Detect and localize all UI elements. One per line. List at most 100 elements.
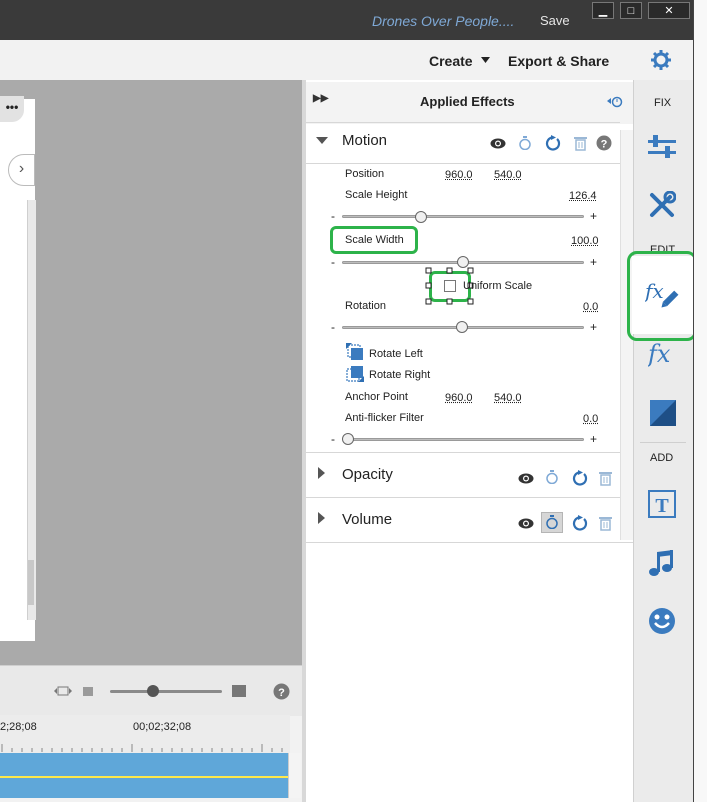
close-button[interactable]: ✕	[648, 2, 690, 19]
audio-volume-line[interactable]	[0, 776, 288, 778]
motion-section-title[interactable]: Motion	[342, 132, 387, 149]
tool-rail	[633, 80, 694, 802]
fit-view-icon[interactable]	[54, 686, 72, 696]
antiflicker-slider[interactable]	[342, 438, 584, 441]
fix-section-label: FIX	[654, 97, 672, 109]
preview-scrollbar[interactable]	[27, 200, 36, 620]
opacity-reset-icon[interactable]	[571, 470, 588, 486]
maximize-button[interactable]: □	[620, 2, 642, 19]
antiflicker-label: Anti-flicker Filter	[345, 412, 424, 424]
applied-effects-fx-pencil-icon[interactable]: fx	[645, 278, 681, 312]
separator	[306, 163, 620, 164]
zoom-out-icon[interactable]	[83, 687, 93, 696]
antiflicker-plus[interactable]: +	[590, 432, 597, 446]
rotate-left-icon[interactable]	[346, 343, 364, 361]
rail-separator	[640, 442, 686, 443]
motion-help-icon[interactable]: ?	[596, 135, 612, 151]
scale-height-label: Scale Height	[345, 189, 408, 201]
transitions-icon[interactable]	[650, 400, 676, 426]
scale-width-value[interactable]: 100.0	[571, 235, 599, 247]
volume-keyframe-stopwatch-icon[interactable]	[546, 515, 558, 529]
antiflicker-minus[interactable]: -	[331, 432, 335, 446]
svg-text:?: ?	[278, 687, 285, 699]
position-x-value[interactable]: 960.0	[445, 169, 473, 181]
rotation-value[interactable]: 0.0	[583, 301, 598, 313]
svg-text:T: T	[655, 495, 669, 517]
anchor-y-value[interactable]: 540.0	[494, 392, 522, 404]
separator	[306, 452, 620, 453]
window-edge	[693, 0, 707, 802]
add-graphics-smiley-icon[interactable]	[648, 607, 676, 635]
volume-reset-icon[interactable]	[571, 515, 588, 531]
project-name: Drones Over People....	[372, 13, 515, 29]
create-menu[interactable]: Create	[429, 53, 473, 69]
antiflicker-value[interactable]: 0.0	[583, 413, 598, 425]
help-icon[interactable]: ?	[273, 683, 290, 700]
rotate-left-label[interactable]: Rotate Left	[369, 348, 423, 360]
preview-monitor	[0, 80, 302, 665]
scale-height-minus[interactable]: -	[331, 209, 335, 223]
scale-height-knob[interactable]	[415, 211, 427, 223]
scale-width-plus[interactable]: +	[590, 255, 597, 269]
adjust-sliders-icon[interactable]	[648, 134, 676, 160]
export-share-menu[interactable]: Export & Share	[508, 53, 609, 69]
anchor-x-value[interactable]: 960.0	[445, 392, 473, 404]
timeline-ticks	[1, 744, 283, 752]
minimize-button[interactable]: ▁	[592, 2, 614, 19]
keyframe-toggle-icon[interactable]	[607, 94, 623, 108]
create-dropdown-icon[interactable]	[481, 57, 490, 63]
antiflicker-knob[interactable]	[342, 433, 354, 445]
opacity-visibility-eye-icon[interactable]	[518, 473, 534, 484]
rotation-plus[interactable]: +	[590, 320, 597, 334]
volume-delete-trash-icon[interactable]	[598, 515, 613, 531]
anchor-point-label: Anchor Point	[345, 391, 408, 403]
position-y-value[interactable]: 540.0	[494, 169, 522, 181]
rotation-label: Rotation	[345, 300, 386, 312]
rotation-knob[interactable]	[456, 321, 468, 333]
effects-fx-icon[interactable]: fx	[648, 340, 678, 368]
volume-expand-icon[interactable]	[318, 512, 325, 524]
rotate-right-icon[interactable]	[346, 364, 364, 382]
next-arrow-button[interactable]: ›	[8, 154, 35, 186]
add-section-label: ADD	[650, 452, 674, 464]
uniform-scale-checkbox[interactable]	[444, 280, 456, 292]
opacity-expand-icon[interactable]	[318, 467, 325, 479]
position-label: Position	[345, 168, 385, 180]
add-music-note-icon[interactable]	[648, 550, 676, 578]
separator	[306, 122, 620, 123]
volume-visibility-eye-icon[interactable]	[518, 518, 534, 529]
svg-text:?: ?	[601, 139, 608, 151]
timeline-zoom-slider[interactable]	[110, 690, 222, 693]
preview-scroll-thumb[interactable]	[28, 560, 34, 605]
motion-keyframe-stopwatch-icon[interactable]	[519, 136, 531, 150]
scale-width-minus[interactable]: -	[331, 255, 335, 269]
collapse-panel-icon[interactable]: ▶▶	[313, 93, 328, 104]
more-options-button[interactable]: •••	[0, 96, 24, 122]
motion-reset-icon[interactable]	[544, 135, 561, 151]
opacity-section-title[interactable]: Opacity	[342, 466, 393, 483]
volume-section-title[interactable]: Volume	[342, 511, 392, 528]
timecode-left: 2;28;08	[0, 721, 37, 733]
uniform-scale-label: Uniform Scale	[463, 280, 533, 292]
motion-delete-trash-icon[interactable]	[573, 135, 588, 151]
separator	[306, 542, 633, 543]
add-title-text-icon[interactable]: T	[648, 490, 676, 518]
opacity-delete-trash-icon[interactable]	[598, 470, 613, 486]
tools-wrench-icon[interactable]	[648, 191, 676, 219]
svg-text:fx: fx	[648, 340, 671, 368]
zoom-in-icon[interactable]	[232, 685, 246, 697]
motion-collapse-icon[interactable]	[316, 137, 328, 145]
rotate-right-label[interactable]: Rotate Right	[369, 369, 430, 381]
motion-visibility-eye-icon[interactable]	[490, 138, 506, 149]
save-button[interactable]: Save	[540, 13, 570, 28]
settings-gear-icon[interactable]	[651, 50, 671, 70]
scale-height-slider[interactable]	[342, 215, 584, 218]
rotation-minus[interactable]: -	[331, 320, 335, 334]
scale-width-highlight	[330, 226, 418, 254]
opacity-keyframe-stopwatch-icon[interactable]	[546, 470, 558, 484]
scale-height-value[interactable]: 126.4	[569, 190, 597, 202]
timeline-scrollbar[interactable]	[288, 753, 301, 798]
timeline-zoom-knob[interactable]	[147, 685, 159, 697]
separator	[306, 497, 620, 498]
scale-height-plus[interactable]: +	[590, 209, 597, 223]
